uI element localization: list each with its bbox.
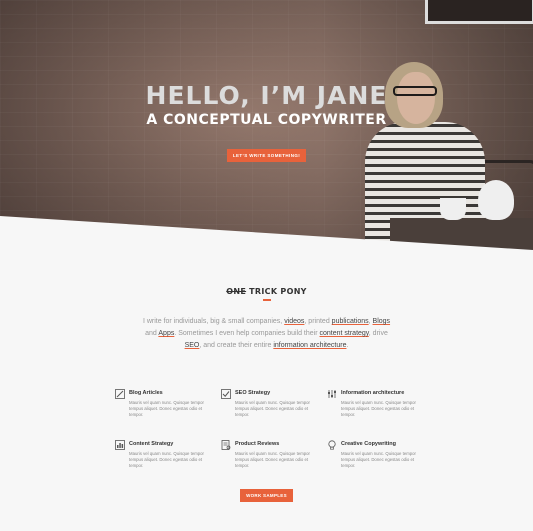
feature-description: Mauris vel quam nunc. Quisque tempor tem…: [129, 451, 204, 469]
feature-title: Creative Copywriting: [341, 441, 397, 447]
section-title-rest: TRICK PONY: [246, 287, 307, 296]
lightbulb-icon: [328, 440, 336, 450]
link-blogs[interactable]: Blogs: [373, 318, 391, 325]
intro-paragraph: I write for individuals, big & small com…: [142, 318, 391, 349]
chart-icon: [115, 440, 125, 450]
feature-description: Mauris vel quam nunc. Quisque tempor tem…: [235, 451, 310, 469]
title-underline: [263, 299, 271, 301]
link-information-architecture[interactable]: information architecture: [273, 342, 346, 349]
feature-description: Mauris vel quam nunc. Quisque tempor tem…: [235, 400, 310, 418]
link-videos[interactable]: videos: [284, 318, 304, 325]
pencil-icon: [115, 389, 125, 399]
review-icon: [221, 440, 231, 450]
feature-title: SEO Strategy: [235, 390, 271, 396]
feature-title: Product Reviews: [235, 441, 280, 447]
section-title-strike: ONE: [226, 287, 247, 296]
link-seo[interactable]: SEO: [185, 342, 200, 349]
slanted-divider: [0, 216, 533, 260]
link-publications[interactable]: publications: [332, 318, 369, 325]
checkbox-icon: [221, 389, 231, 399]
link-apps[interactable]: Apps: [158, 330, 174, 337]
feature-title: Information architecture: [341, 390, 405, 396]
feature-description: Mauris vel quam nunc. Quisque tempor tem…: [129, 400, 204, 418]
section-title: ONE TRICK PONY: [0, 287, 533, 296]
feature-title: Content Strategy: [129, 441, 174, 447]
link-content-strategy[interactable]: content strategy: [320, 330, 369, 337]
feature-description: Mauris vel quam nunc. Quisque tempor tem…: [341, 400, 416, 418]
feature-description: Mauris vel quam nunc. Quisque tempor tem…: [341, 451, 416, 469]
sliders-icon: [328, 390, 336, 398]
work-samples-button[interactable]: WORK SAMPLES: [240, 489, 293, 502]
feature-title: Blog Articles: [129, 390, 163, 396]
